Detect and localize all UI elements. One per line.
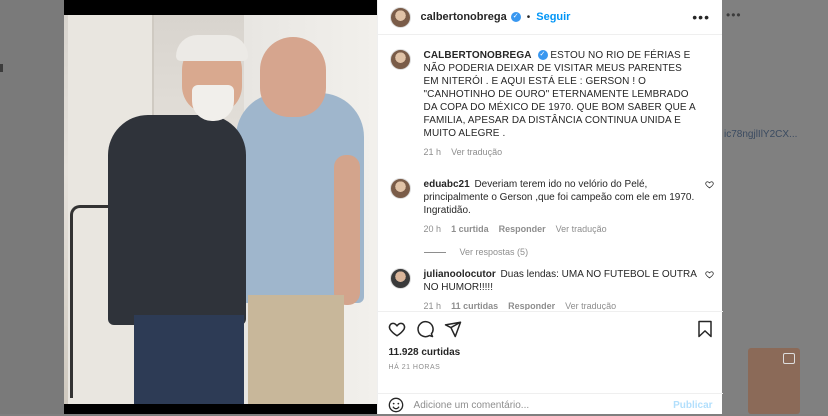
verified-icon: ✓ xyxy=(537,50,548,61)
post-date[interactable]: HÁ 21 HORAS xyxy=(389,364,723,371)
background-thumbnail xyxy=(748,348,800,414)
comment-avatar[interactable] xyxy=(389,178,411,199)
more-icon[interactable]: ••• xyxy=(692,9,710,25)
background-left xyxy=(0,0,64,414)
emoji-icon[interactable] xyxy=(388,397,404,413)
view-replies-button[interactable]: Ver respostas (5) xyxy=(423,247,723,257)
caption-time[interactable]: 21 h xyxy=(424,147,442,157)
comments-list[interactable]: calbertonobrega ✓ ESTOU NO RIO DE FÉRIAS … xyxy=(378,36,723,310)
comment-input[interactable]: Adicione um comentário... xyxy=(414,400,530,411)
replies-line xyxy=(423,251,446,253)
caption-username[interactable]: calbertonobrega xyxy=(424,50,532,61)
author-avatar[interactable] xyxy=(389,6,411,28)
share-icon[interactable] xyxy=(444,320,462,338)
author-username[interactable]: calbertonobrega xyxy=(421,11,507,23)
heart-icon[interactable] xyxy=(704,270,714,279)
heart-icon[interactable] xyxy=(704,180,714,189)
comment: julianoolocutor Duas lendas: UMA NO FUTE… xyxy=(378,268,723,310)
follow-button[interactable]: Seguir xyxy=(536,11,570,23)
post-actions: 11.928 curtidas HÁ 21 HORAS Adicione um … xyxy=(377,311,723,416)
caption-avatar[interactable] xyxy=(389,49,411,70)
heart-icon[interactable] xyxy=(388,320,406,338)
likes-count[interactable]: 11.928 curtidas xyxy=(389,347,723,358)
publish-button[interactable]: Publicar xyxy=(673,400,712,411)
comment-icon[interactable] xyxy=(416,320,434,338)
reply-button[interactable]: Responder xyxy=(508,301,555,310)
background-mark xyxy=(0,64,3,72)
post-photo[interactable] xyxy=(64,15,377,404)
view-replies-label: Ver respostas (5) xyxy=(459,247,529,257)
comment-translate-link[interactable]: Ver tradução xyxy=(565,301,616,310)
comment-time[interactable]: 20 h xyxy=(424,224,442,234)
post-photo-area xyxy=(64,0,377,414)
comment-likes[interactable]: 11 curtidas xyxy=(451,301,498,310)
comment-username[interactable]: julianoolocutor xyxy=(424,269,496,280)
caption-text: ESTOU NO RIO DE FÉRIAS E NÃO PODERIA DEI… xyxy=(423,50,696,139)
comment-time[interactable]: 21 h xyxy=(424,301,442,310)
comment: eduabc21 Deveriam terem ido no velório d… xyxy=(378,178,723,234)
post-modal: calbertonobrega ✓ • Seguir ••• calberton… xyxy=(64,0,723,416)
action-bar xyxy=(378,312,723,339)
header-separator: • xyxy=(526,11,531,23)
bookmark-icon[interactable] xyxy=(697,320,713,338)
comment-composer: Adicione um comentário... Publicar xyxy=(377,393,723,416)
background-more-icon: ••• xyxy=(726,8,742,22)
multi-image-icon xyxy=(783,353,795,364)
background-right: ••• ic78ngjlIlY2CX... xyxy=(722,0,828,414)
caption: calbertonobrega ✓ ESTOU NO RIO DE FÉRIAS … xyxy=(378,49,723,157)
post-side-panel: calbertonobrega ✓ • Seguir ••• calberton… xyxy=(376,0,723,416)
post-header: calbertonobrega ✓ • Seguir ••• xyxy=(377,0,722,35)
comment-translate-link[interactable]: Ver tradução xyxy=(556,224,607,234)
comment-likes[interactable]: 1 curtida xyxy=(451,224,489,234)
caption-translate-link[interactable]: Ver tradução xyxy=(451,147,502,157)
verified-icon: ✓ xyxy=(510,12,521,22)
reply-button[interactable]: Responder xyxy=(499,224,546,234)
background-link: ic78ngjlIlY2CX... xyxy=(724,129,798,140)
comment-avatar[interactable] xyxy=(389,268,411,289)
comment-username[interactable]: eduabc21 xyxy=(424,179,470,190)
